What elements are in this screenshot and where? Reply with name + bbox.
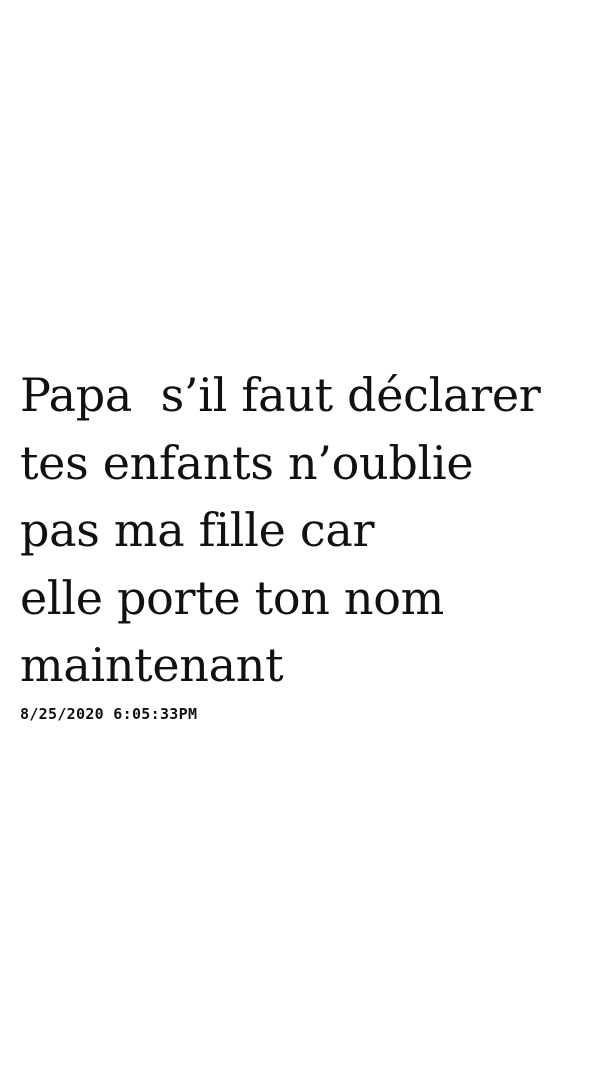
message-text: Papa s’il faut déclarer tes enfants n’oub… <box>20 362 590 700</box>
message-line: tes enfants n’oublie <box>20 435 474 490</box>
message-line: elle porte ton nom <box>20 570 444 625</box>
timestamp: 8/25/2020 6:05:33PM <box>20 704 198 723</box>
message-line: pas ma fille car <box>20 503 375 557</box>
text-post: Papa s’il faut déclarer tes enfants n’oub… <box>20 362 590 723</box>
page: { "post": { "lines": [ "Papa s’il faut d… <box>0 0 608 1080</box>
message-line: Papa s’il faut déclarer <box>20 368 541 422</box>
message-line: maintenant <box>20 638 284 692</box>
